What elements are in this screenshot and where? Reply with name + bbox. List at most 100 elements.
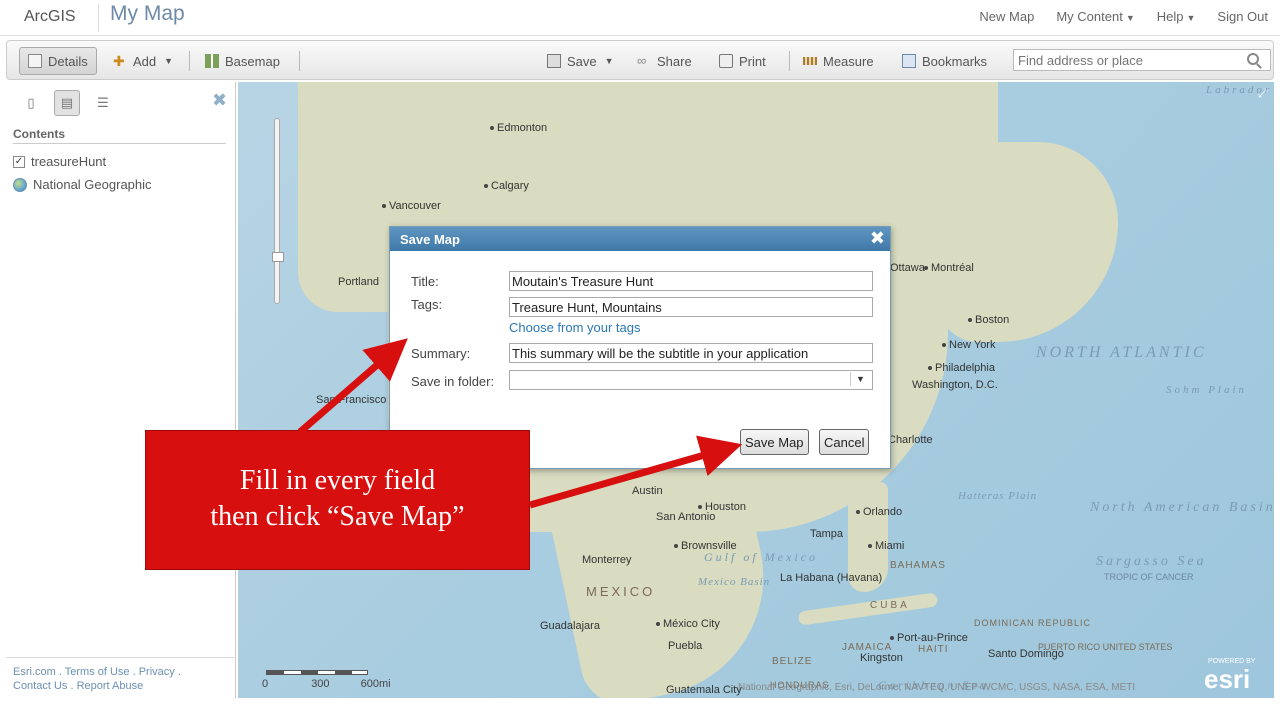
chevron-down-icon: ▼	[604, 56, 614, 66]
tab-contents[interactable]: ▤	[54, 90, 80, 116]
map-ocean-label: Labrador Basin	[1206, 84, 1274, 96]
land-canada-east	[938, 142, 1118, 342]
toolbar-divider	[299, 51, 300, 71]
map-city-label: Philadelphia	[928, 362, 995, 374]
legend-icon: ☰	[97, 95, 109, 110]
map-city-label: Edmonton	[490, 122, 547, 134]
share-link-icon: ∞	[637, 53, 647, 68]
map-ocean-label: Sohm Plain	[1166, 384, 1248, 396]
map-city-label: Tampa	[810, 528, 844, 540]
tab-legend[interactable]: ☰	[90, 90, 116, 116]
details-button[interactable]: Details	[19, 47, 97, 75]
title-label: Title:	[411, 274, 439, 289]
map-ocean-label: NORTH ATLANTIC	[1036, 344, 1207, 361]
save-map-button[interactable]: Save Map	[740, 429, 809, 455]
measure-button[interactable]: Measure	[803, 49, 874, 73]
map-ocean-label: Gulf of Mexico	[704, 550, 818, 564]
map-city-label: Vancouver	[382, 200, 441, 212]
map-ocean-label: Hatteras Plain	[958, 490, 1038, 502]
callout-line-1: Fill in every field	[239, 465, 436, 496]
nav-sign-out[interactable]: Sign Out	[1217, 9, 1268, 24]
nav-help[interactable]: Help ▼	[1157, 9, 1196, 24]
details-icon	[28, 54, 42, 68]
footer-links-line-1[interactable]: Esri.com . Terms of Use . Privacy .	[13, 665, 181, 679]
scale-label: 0	[262, 678, 269, 690]
map-city-label: Calgary	[484, 180, 529, 192]
close-icon[interactable]: ✖	[870, 229, 885, 247]
bookmarks-button[interactable]: Bookmarks	[902, 49, 987, 73]
map-country-label: CUBA	[870, 600, 910, 611]
layer-item[interactable]: ✓ treasureHunt	[13, 154, 106, 169]
add-button[interactable]: ✚ Add ▼	[113, 49, 173, 73]
map-ocean-label: Mexico Basin	[698, 576, 771, 588]
arcgis-logo[interactable]: ArcGIS	[24, 8, 76, 26]
basemap-label: Basemap	[225, 53, 280, 69]
chevron-down-icon: ▼	[1186, 13, 1196, 23]
share-label: Share	[657, 53, 692, 69]
map-city-label: Port-au-Prince	[890, 632, 968, 644]
contents-icon: ▤	[60, 95, 74, 110]
map-city-label: Montréal	[924, 262, 974, 274]
map-ocean-label: Sargasso Sea	[1096, 554, 1207, 569]
print-button[interactable]: Print	[719, 49, 766, 73]
esri-logo[interactable]: esri	[1204, 664, 1250, 695]
title-field[interactable]	[509, 271, 873, 291]
basemap-button[interactable]: Basemap	[205, 49, 280, 73]
instruction-callout: Fill in every field then click “Save Map…	[145, 430, 530, 570]
tags-label: Tags:	[411, 297, 443, 312]
map-ocean-label: North American Basin	[1090, 500, 1274, 515]
map-city-label: Austin	[632, 485, 663, 497]
callout-line-2: then click “Save Map”	[210, 501, 465, 532]
map-toolbar: Details ✚ Add ▼ Basemap Save ▼ ∞ Share P…	[6, 40, 1274, 80]
folder-label: Save in folder:	[411, 374, 495, 389]
map-city-label: Guadalajara	[540, 620, 600, 632]
choose-tags-link[interactable]: Choose from your tags	[509, 320, 641, 335]
save-icon	[547, 54, 561, 68]
map-country-label: DOMINICAN REPUBLIC	[974, 618, 1092, 628]
dialog-title: Save Map	[390, 227, 890, 251]
chevron-down-icon[interactable]: ▼	[850, 372, 870, 386]
scale-label: 600mi	[360, 678, 391, 690]
scale-labels: 0 300 600mi	[262, 678, 391, 690]
land-cuba	[797, 592, 939, 626]
toolbar-divider	[789, 51, 790, 71]
top-nav: New Map My Content ▼ Help ▼ Sign Out	[979, 9, 1268, 24]
map-city-label: San Antonio	[656, 511, 716, 523]
footer-links-line-2[interactable]: Contact Us . Report Abuse	[13, 679, 181, 693]
folder-select[interactable]	[509, 370, 873, 390]
tags-field[interactable]	[509, 297, 873, 317]
map-city-label: Charlotte	[888, 434, 933, 446]
tab-about[interactable]: ▯	[18, 90, 44, 116]
measure-label: Measure	[823, 53, 874, 69]
page-title: My Map	[110, 2, 185, 25]
footer-links: Esri.com . Terms of Use . Privacy . Cont…	[13, 665, 181, 693]
search-icon[interactable]	[1247, 53, 1259, 65]
map-city-label: Ottawa	[890, 262, 925, 274]
map-country-label: HAITI	[918, 644, 949, 655]
layer-name: treasureHunt	[31, 154, 107, 169]
nav-new-map[interactable]: New Map	[979, 9, 1034, 24]
search-input[interactable]	[1013, 49, 1271, 71]
save-button[interactable]: Save ▼	[547, 49, 614, 73]
map-city-label: La Habana (Havana)	[780, 572, 883, 584]
scale-bar	[266, 670, 368, 675]
share-button[interactable]: ∞ Share	[637, 49, 692, 73]
toolbar-divider	[189, 51, 190, 71]
layer-visibility-checkbox[interactable]: ✓	[13, 155, 25, 168]
close-icon[interactable]: ✖	[212, 90, 227, 111]
map-country-label: PUERTO RICO UNITED STATES	[1038, 642, 1173, 652]
layer-item[interactable]: National Geographic	[13, 177, 152, 192]
map-city-label: Boston	[968, 314, 1009, 326]
map-country-label: JAMAICA	[842, 642, 893, 653]
scale-label: 300	[311, 678, 330, 690]
map-city-label: Miami	[868, 540, 904, 552]
print-label: Print	[739, 53, 766, 69]
summary-field[interactable]	[509, 343, 873, 363]
app-header: ArcGIS My Map New Map My Content ▼ Help ▼ …	[0, 0, 1280, 36]
cancel-button[interactable]: Cancel	[819, 429, 870, 455]
zoom-slider[interactable]	[274, 118, 280, 304]
nav-my-content[interactable]: My Content ▼	[1056, 9, 1134, 24]
chevron-down-icon: ▼	[1125, 13, 1135, 23]
zoom-slider-handle[interactable]	[272, 252, 284, 262]
header-divider	[98, 4, 99, 32]
